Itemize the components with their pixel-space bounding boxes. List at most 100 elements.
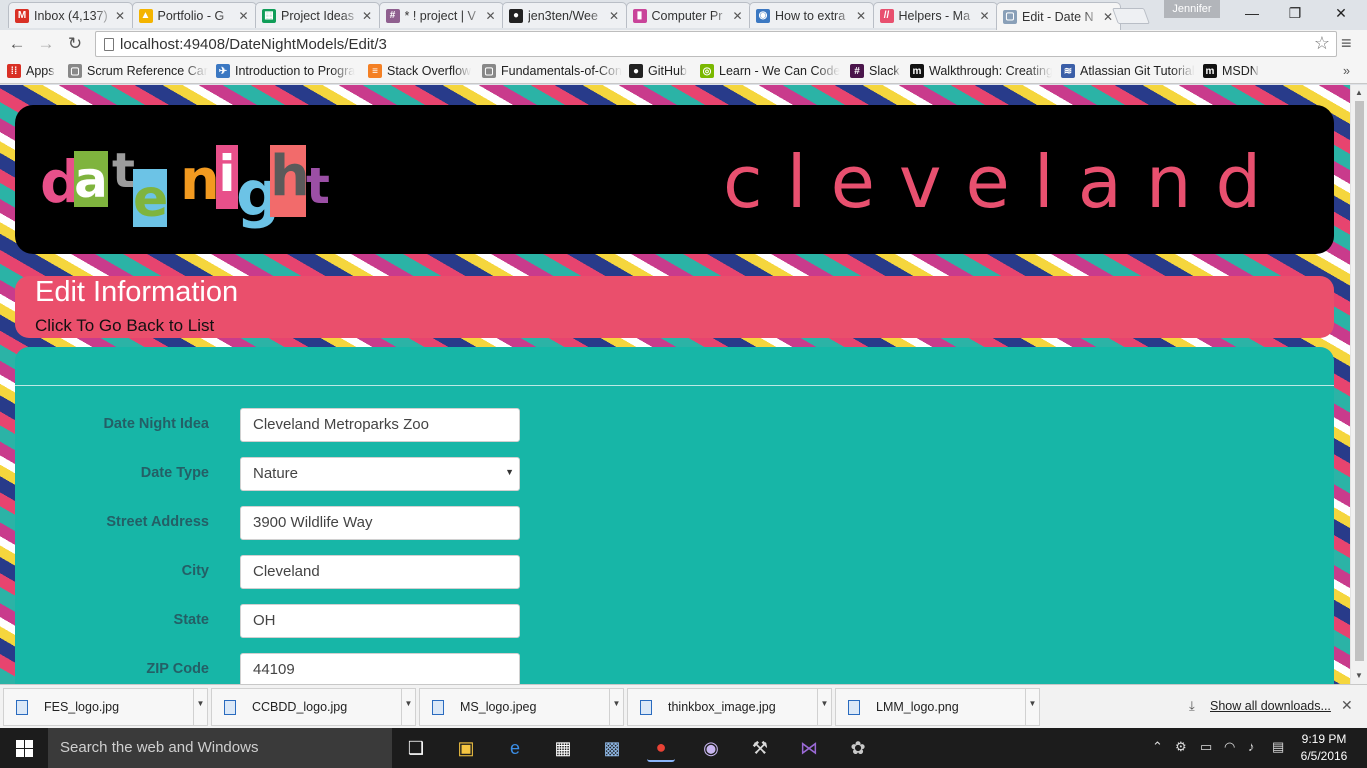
more-bookmarks-icon[interactable]: » (1343, 62, 1350, 80)
bookmark-item[interactable]: # Slack (850, 62, 902, 80)
state-input[interactable]: OH (240, 604, 520, 638)
github-desktop-icon[interactable]: ◉ (697, 734, 725, 762)
browser-tab[interactable]: // Helpers - Ma ✕ (872, 2, 998, 28)
browser-tab[interactable]: ● jen3ten/Wee ✕ (502, 2, 627, 28)
tab-close-icon[interactable]: ✕ (855, 9, 867, 23)
new-tab-button[interactable] (1112, 8, 1150, 24)
tools-icon[interactable]: ⚒ (746, 734, 774, 762)
date-type-label: Date Type (140, 465, 209, 481)
page-scrollbar[interactable]: ▲ ▼ (1350, 85, 1367, 684)
taskbar-search-input[interactable]: Search the web and Windows (48, 728, 392, 768)
task-view-icon[interactable]: ❑ (402, 734, 430, 762)
system-clock[interactable]: 9:19 PM 6/5/2016 (1296, 731, 1352, 765)
bookmark-item[interactable]: m Walkthrough: Creating (910, 62, 1052, 80)
bookmark-item[interactable]: ● GitHub (629, 62, 691, 80)
chevron-down-icon[interactable]: ▼ (1025, 689, 1039, 725)
scroll-up-icon[interactable]: ▲ (1355, 88, 1363, 97)
tab-close-icon[interactable]: ✕ (238, 9, 250, 23)
volume-icon[interactable]: ♪ (1248, 739, 1255, 754)
city-input[interactable]: Cleveland (240, 555, 520, 589)
profile-button[interactable]: Jennifer (1164, 0, 1220, 18)
bookmark-item[interactable]: ⁞⁞ Apps (7, 62, 61, 80)
download-item[interactable]: CCBDD_logo.jpg ▼ (211, 688, 416, 726)
street-address-label: Street Address (106, 514, 209, 530)
notifications-icon[interactable]: ▤ (1272, 739, 1284, 755)
edge-icon[interactable]: e (501, 734, 529, 762)
scroll-thumb[interactable] (1355, 101, 1364, 661)
chevron-down-icon[interactable]: ▼ (193, 689, 207, 725)
browser-tab[interactable]: ▲ Portfolio - G ✕ (131, 2, 257, 28)
tray-chevron-icon[interactable]: ⌃ (1152, 739, 1163, 755)
download-item[interactable]: FES_logo.jpg ▼ (3, 688, 208, 726)
bookmark-item[interactable]: ◎ Learn - We Can Code (700, 62, 840, 80)
minimize-button[interactable]: — (1229, 0, 1275, 26)
tab-close-icon[interactable]: ✕ (361, 9, 373, 23)
tab-close-icon[interactable]: ✕ (485, 9, 497, 23)
browser-tab[interactable]: # * ! project | V ✕ (378, 2, 504, 28)
image-file-icon (848, 700, 860, 715)
chrome-icon[interactable]: ● (647, 734, 675, 762)
scroll-down-icon[interactable]: ▼ (1355, 671, 1363, 680)
bookmark-item[interactable]: ≡ Stack Overflow (368, 62, 476, 80)
file-explorer-icon[interactable]: ▣ (452, 734, 480, 762)
browser-tab[interactable]: ▦ Project Ideas ✕ (255, 2, 380, 28)
date-type-select[interactable]: Nature ▼ (240, 457, 520, 491)
form-row: Date Night Idea Cleveland Metroparks Zoo (15, 408, 575, 442)
paint-icon[interactable]: ✿ (844, 734, 872, 762)
street-address-input[interactable]: 3900 Wildlife Way (240, 506, 520, 540)
tab-strip: M Inbox (4,137) ✕ ▲ Portfolio - G ✕ ▦ Project I… (0, 0, 1367, 30)
browser-tab[interactable]: M Inbox (4,137) ✕ (8, 2, 133, 28)
network-app-icon[interactable]: ▩ (598, 734, 626, 762)
tab-close-icon[interactable]: ✕ (979, 9, 991, 23)
chevron-down-icon[interactable]: ▼ (609, 689, 623, 725)
bookmark-star-icon[interactable]: ☆ (1314, 33, 1330, 54)
forward-arrow-icon[interactable]: → (34, 32, 58, 56)
bookmark-item[interactable]: ▢ Fundamentals-of-Con (482, 62, 622, 80)
tab-close-icon[interactable]: ✕ (732, 9, 744, 23)
chevron-down-icon[interactable]: ▼ (401, 689, 415, 725)
back-to-list-link[interactable]: Click To Go Back to List (35, 316, 214, 336)
reload-icon[interactable]: ↻ (63, 32, 87, 56)
tab-title: Edit - Date N (1022, 9, 1094, 24)
visual-studio-icon[interactable]: ⋈ (795, 734, 823, 762)
site-header: datenight cleveland (15, 105, 1334, 254)
zip-code-input[interactable]: 44109 (240, 653, 520, 684)
show-all-downloads-link[interactable]: Show all downloads... (1210, 699, 1331, 713)
tab-close-icon[interactable]: ✕ (608, 9, 620, 23)
atlassian-icon: ≋ (1061, 64, 1075, 78)
store-icon[interactable]: ▦ (549, 734, 577, 762)
bookmarks-bar: ⁞⁞ Apps ▢ Scrum Reference Card ✈ Introduction… (0, 58, 1367, 84)
menu-icon[interactable]: ≡ (1341, 33, 1352, 54)
browser-tab[interactable]: ▮ Computer Pr ✕ (625, 2, 751, 28)
bookmark-item[interactable]: m MSDN (1203, 62, 1263, 80)
browser-tab[interactable]: ▢ Edit - Date N ✕ (996, 2, 1121, 30)
back-arrow-icon[interactable]: ← (5, 32, 29, 56)
download-item[interactable]: LMM_logo.png ▼ (835, 688, 1040, 726)
image-file-icon (16, 700, 28, 715)
tray-app-icon[interactable]: ⚙ (1175, 739, 1187, 755)
wifi-icon[interactable]: ◠ (1224, 739, 1235, 755)
bookmark-item[interactable]: ▢ Scrum Reference Card (68, 62, 208, 80)
bookmark-label: MSDN (1222, 64, 1259, 78)
tab-close-icon[interactable]: ✕ (114, 9, 126, 23)
download-item[interactable]: MS_logo.jpeg ▼ (419, 688, 624, 726)
chevron-down-icon[interactable]: ▼ (817, 689, 831, 725)
close-window-button[interactable]: ✕ (1318, 0, 1364, 26)
city-title: cleveland (723, 140, 1286, 224)
date-night-idea-input[interactable]: Cleveland Metroparks Zoo (240, 408, 520, 442)
download-item[interactable]: thinkbox_image.jpg ▼ (627, 688, 832, 726)
image-file-icon (432, 700, 444, 715)
bookmark-item[interactable]: ≋ Atlassian Git Tutorial (1061, 62, 1196, 80)
logo-letter: i (216, 145, 238, 209)
address-bar[interactable]: localhost:49408/DateNightModels/Edit/3 ☆ (95, 31, 1337, 57)
tab-close-icon[interactable]: ✕ (1102, 10, 1114, 24)
battery-icon[interactable]: ▭ (1200, 739, 1212, 755)
wecancode-icon: ◎ (700, 64, 714, 78)
date-night-logo[interactable]: datenight (40, 145, 340, 235)
restore-button[interactable]: ❐ (1272, 0, 1318, 26)
close-icon[interactable]: ✕ (1341, 697, 1353, 714)
browser-tab[interactable]: ◉ How to extra ✕ (749, 2, 874, 28)
bird-icon: ✈ (216, 64, 230, 78)
start-button[interactable] (0, 728, 48, 768)
bookmark-item[interactable]: ✈ Introduction to Progra (216, 62, 361, 80)
